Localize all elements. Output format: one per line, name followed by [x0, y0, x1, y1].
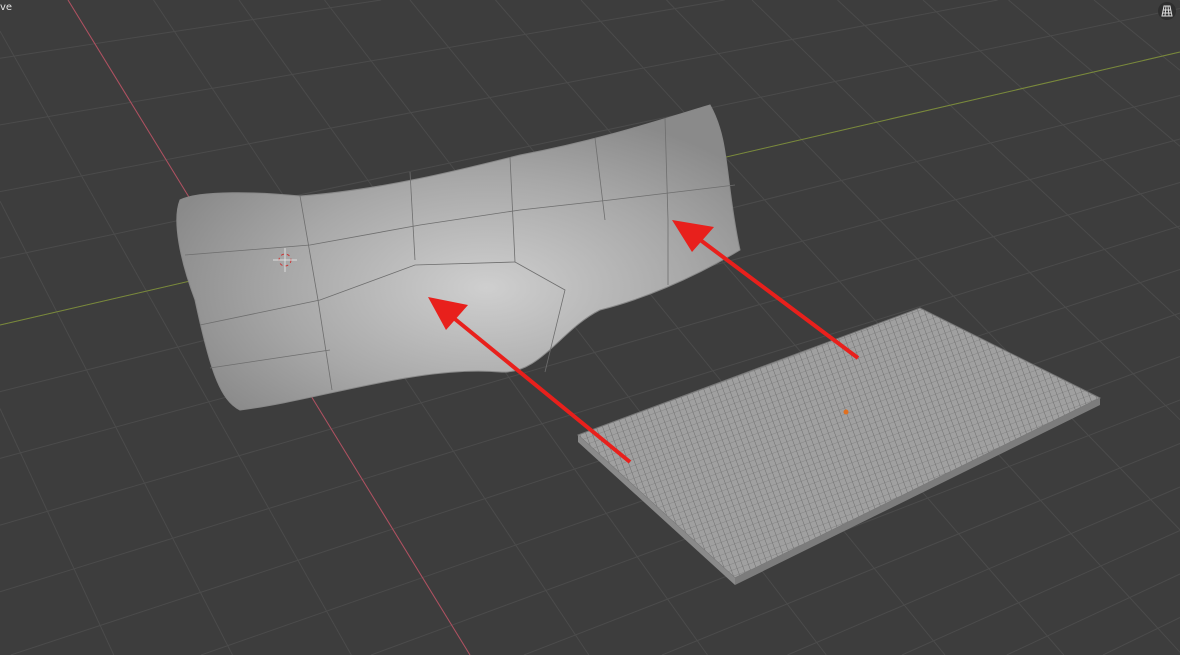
grid-line	[10, 269, 1180, 655]
grid-line	[1008, 0, 1180, 147]
curved-surface-object[interactable]	[176, 104, 741, 411]
grid-line	[0, 408, 115, 655]
grid-perspective-icon	[1161, 5, 1173, 17]
grid-line	[901, 530, 1180, 655]
toggle-perspective-button[interactable]	[1158, 2, 1176, 20]
viewport-overlay-text: ve	[0, 2, 13, 13]
origin-point	[843, 409, 849, 415]
grid-line	[1102, 617, 1180, 655]
striped-plane-object[interactable]	[577, 307, 1102, 585]
floor-grid	[0, 0, 1180, 655]
grid-line	[837, 0, 1180, 321]
grid-line	[0, 0, 725, 126]
grid-line	[0, 0, 382, 59]
3d-viewport[interactable]: ve	[0, 0, 1180, 655]
scene[interactable]	[0, 0, 1180, 655]
red-arrow-right	[672, 220, 860, 360]
grid-line	[922, 0, 1180, 230]
grid-line	[1006, 573, 1180, 655]
